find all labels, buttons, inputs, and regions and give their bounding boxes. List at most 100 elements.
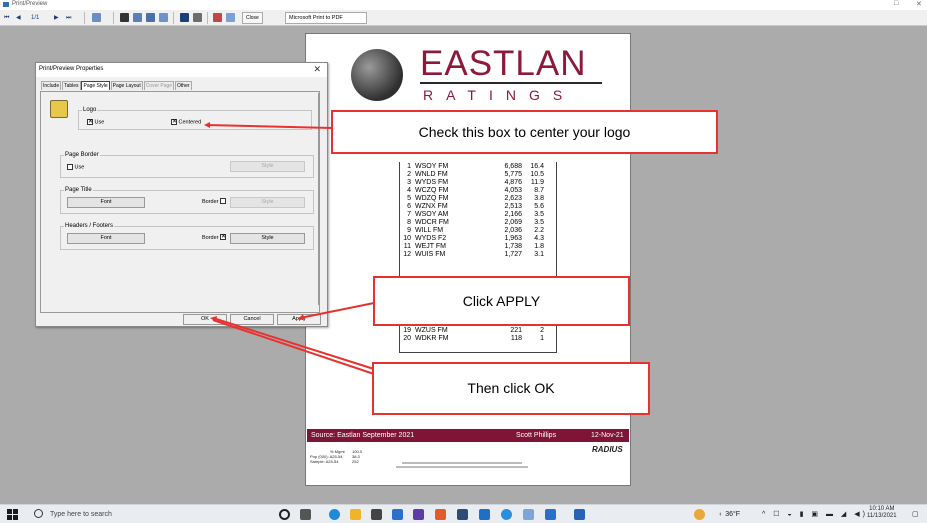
notifications-icon[interactable]: ▢ xyxy=(912,509,919,520)
headers-border-label: Border xyxy=(202,235,219,241)
page-style-icon xyxy=(50,100,68,118)
table-row: 12 WUIS FM 1,727 3.1 xyxy=(403,251,544,258)
globe-logo-icon xyxy=(351,49,403,101)
table-row: 4 WCZQ FM 4,053 8.7 xyxy=(407,187,544,194)
toolbar-separator xyxy=(84,12,85,24)
app-icon-e[interactable] xyxy=(523,509,534,520)
edge-icon[interactable] xyxy=(329,509,340,520)
close-window-button[interactable]: ✕ xyxy=(916,0,922,8)
title-group-legend: Page Title xyxy=(64,187,93,193)
tab-other[interactable]: Other xyxy=(175,81,192,90)
apply-button[interactable]: Apply xyxy=(277,314,321,325)
app-icon xyxy=(3,2,9,7)
tab-page-layout[interactable]: Page Layout xyxy=(110,81,143,90)
table-row: 2 WNLD FM 5,775 10.5 xyxy=(407,171,544,178)
store-icon[interactable] xyxy=(371,509,382,520)
headers-footers-group: Headers / Footers Font Border ✕ Style xyxy=(60,223,314,250)
windows-taskbar: Type here to search ◐ 36°F ^ ☐ ◒ ▮ ▣ ▬ ◢… xyxy=(0,504,927,523)
layout-icon[interactable] xyxy=(146,13,155,22)
export-icon[interactable] xyxy=(159,13,168,22)
mail-icon[interactable] xyxy=(392,509,403,520)
toolbar-separator xyxy=(173,12,174,24)
last-page-button[interactable]: ⏭ xyxy=(66,13,71,23)
app-icon-b[interactable] xyxy=(435,509,446,520)
taskbar-search-input[interactable]: Type here to search xyxy=(30,508,230,521)
border-style-button[interactable]: Style xyxy=(230,161,305,172)
pdf-icon[interactable] xyxy=(213,13,222,22)
logo-centered-checkbox[interactable]: ✕ Centered xyxy=(171,119,201,125)
headers-border-checkbox[interactable]: ✕ xyxy=(220,234,226,240)
cortana-icon[interactable] xyxy=(279,509,290,520)
headers-font-button[interactable]: Font xyxy=(67,233,145,244)
logo-group-legend: Logo xyxy=(82,107,98,113)
clock[interactable]: 10:10 AM 11/13/2021 xyxy=(867,506,897,520)
dialog-title: Print/Preview Properties xyxy=(39,66,104,72)
fine-print xyxy=(396,466,528,468)
tab-tables[interactable]: Tables xyxy=(62,81,81,90)
close-preview-button[interactable]: Close xyxy=(242,12,263,24)
preview-toolbar: ⏮ ◀ 1/1 ▶ ⏭ Close Microsoft Print to PDF xyxy=(0,10,927,26)
table-row: 3 WYDS FM 4,876 11.9 xyxy=(407,179,544,186)
app-icon-c[interactable] xyxy=(457,509,468,520)
first-page-button[interactable]: ⏮ xyxy=(4,13,9,23)
dialog-titlebar: Print/Preview Properties ✕ xyxy=(36,63,327,77)
next-page-button[interactable]: ▶ xyxy=(54,13,59,23)
table-row: 5 WDZQ FM 2,623 3.8 xyxy=(407,195,544,202)
save-icon[interactable] xyxy=(180,13,189,22)
logo-group: Logo ✕ Use ✕ Centered xyxy=(78,107,312,130)
word-icon[interactable] xyxy=(574,509,585,520)
print-icon[interactable] xyxy=(120,13,129,22)
page-setup-icon[interactable] xyxy=(133,13,142,22)
panel-divider xyxy=(318,93,319,305)
table-row: 7 WSOY AM 2,166 3.5 xyxy=(407,211,544,218)
stats-row-sample: Sample: A25-54 xyxy=(310,459,339,464)
radius-logo: RADIUS xyxy=(592,445,623,454)
prev-page-button[interactable]: ◀ xyxy=(16,13,21,23)
logo-use-checkbox[interactable]: ✕ Use xyxy=(87,119,104,125)
properties-icon[interactable] xyxy=(226,13,235,22)
title-border-label: Border xyxy=(202,199,219,205)
email-icon[interactable] xyxy=(193,13,202,22)
maximize-button[interactable]: □ xyxy=(894,0,898,7)
tab-cover-page[interactable]: Cover Page xyxy=(143,81,175,90)
title-style-button[interactable]: Style xyxy=(230,197,305,208)
chrome-icon[interactable] xyxy=(501,509,512,520)
ok-button[interactable]: OK xyxy=(183,314,227,325)
zoom-icon[interactable] xyxy=(92,13,101,22)
toolbar-separator xyxy=(207,12,208,24)
checkbox-box: ✕ xyxy=(220,234,227,240)
window-title: Print/Preview xyxy=(12,1,48,7)
checkbox-box: ✕ xyxy=(171,119,178,125)
stats-header-4: 252 xyxy=(352,459,359,464)
footer-author: Scott Phillips xyxy=(516,432,557,439)
table-row: 20 WDKR FM 118 1 xyxy=(403,335,544,342)
callout-apply: Click APPLY xyxy=(373,276,630,326)
tab-page-style[interactable]: Page Style xyxy=(81,81,110,90)
checkbox-box: ✕ xyxy=(87,119,94,125)
border-use-checkbox[interactable]: Use xyxy=(67,164,84,170)
report-footer-bar: Source: Eastlan September 2021 Scott Phi… xyxy=(307,429,629,442)
headers-style-button[interactable]: Style xyxy=(230,233,305,244)
dialog-close-button[interactable]: ✕ xyxy=(313,64,321,75)
file-explorer-icon[interactable] xyxy=(350,509,361,520)
tab-include[interactable]: Include xyxy=(41,81,62,90)
toolbar-separator xyxy=(113,12,114,24)
headers-group-legend: Headers / Footers xyxy=(64,223,115,229)
cancel-button[interactable]: Cancel xyxy=(230,314,274,325)
app-icon-d[interactable] xyxy=(479,509,490,520)
border-group-legend: Page Border xyxy=(64,152,100,158)
windows-start-icon[interactable] xyxy=(7,509,18,520)
checkbox-box xyxy=(67,164,73,170)
title-font-button[interactable]: Font xyxy=(67,197,145,208)
table-row: 11 WEJT FM 1,738 1.8 xyxy=(403,243,544,250)
fine-print xyxy=(402,462,522,464)
app-icon-a[interactable] xyxy=(413,509,424,520)
title-border-checkbox[interactable] xyxy=(220,198,226,204)
printer-select[interactable]: Microsoft Print to PDF xyxy=(285,12,367,24)
app-icon-f[interactable] xyxy=(545,509,556,520)
weather-indicator[interactable]: ◐ 36°F xyxy=(719,509,740,520)
tray-icons[interactable]: ^ ☐ ◒ ▮ ▣ ▬ ◢ ◀) xyxy=(762,509,868,520)
page-style-panel: Logo ✕ Use ✕ Centered Page Border Use St… xyxy=(40,91,320,313)
notification-app-icon[interactable] xyxy=(694,509,705,520)
task-view-icon[interactable] xyxy=(300,509,311,520)
